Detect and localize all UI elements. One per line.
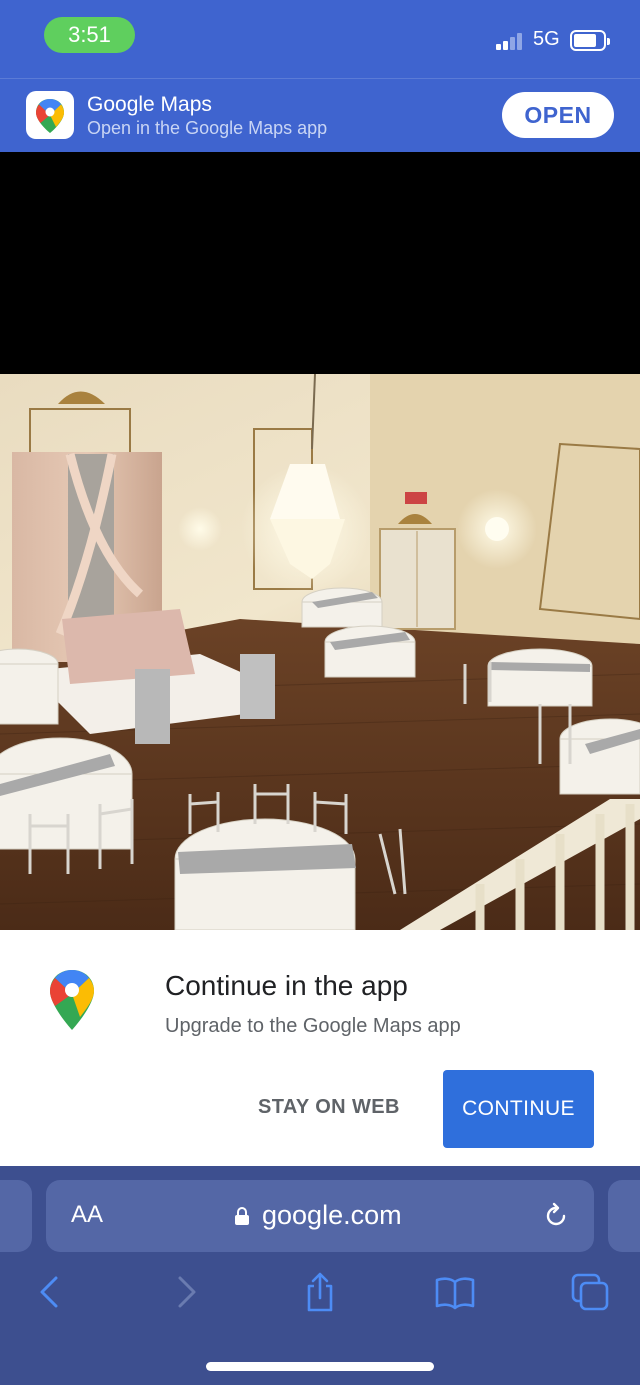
- banner-title: Google Maps: [87, 93, 212, 116]
- banquet-hall-photo[interactable]: [0, 374, 640, 930]
- previous-tab-preview[interactable]: [0, 1180, 32, 1252]
- back-icon[interactable]: [30, 1272, 70, 1312]
- status-bar: 3:51 5G: [0, 0, 640, 78]
- reader-options-button[interactable]: AA: [71, 1201, 103, 1229]
- lock-icon: [234, 1206, 250, 1226]
- network-type: 5G: [533, 28, 560, 50]
- continue-button[interactable]: CONTINUE: [443, 1070, 594, 1148]
- sheet-subtitle: Upgrade to the Google Maps app: [165, 1015, 461, 1037]
- open-app-button[interactable]: OPEN: [502, 92, 614, 138]
- share-icon[interactable]: [300, 1272, 340, 1312]
- battery-icon: [570, 30, 610, 51]
- google-maps-app-icon[interactable]: [26, 91, 74, 139]
- image-viewer-background: [0, 152, 640, 374]
- google-maps-pin-icon: [48, 968, 96, 1032]
- tabs-icon[interactable]: [570, 1272, 610, 1312]
- bookmarks-icon[interactable]: [435, 1272, 475, 1312]
- home-indicator[interactable]: [206, 1362, 434, 1371]
- banner-subtitle: Open in the Google Maps app: [87, 118, 328, 138]
- cellular-signal-icon: [496, 32, 524, 50]
- stay-on-web-button[interactable]: STAY ON WEB: [258, 1096, 400, 1119]
- browser-toolbar: AA google.com: [0, 1166, 640, 1385]
- status-time: 3:51: [44, 17, 135, 53]
- forward-icon[interactable]: [166, 1272, 206, 1312]
- next-tab-preview[interactable]: [608, 1180, 640, 1252]
- continue-in-app-sheet: Continue in the app Upgrade to the Googl…: [0, 930, 640, 1166]
- app-banner: Google Maps Open in the Google Maps app …: [0, 78, 640, 152]
- address-bar[interactable]: AA google.com: [46, 1180, 594, 1252]
- sheet-title: Continue in the app: [165, 970, 408, 1001]
- reload-icon[interactable]: [542, 1202, 570, 1230]
- aa-label: AA: [71, 1201, 104, 1228]
- url-text: google.com: [262, 1200, 402, 1230]
